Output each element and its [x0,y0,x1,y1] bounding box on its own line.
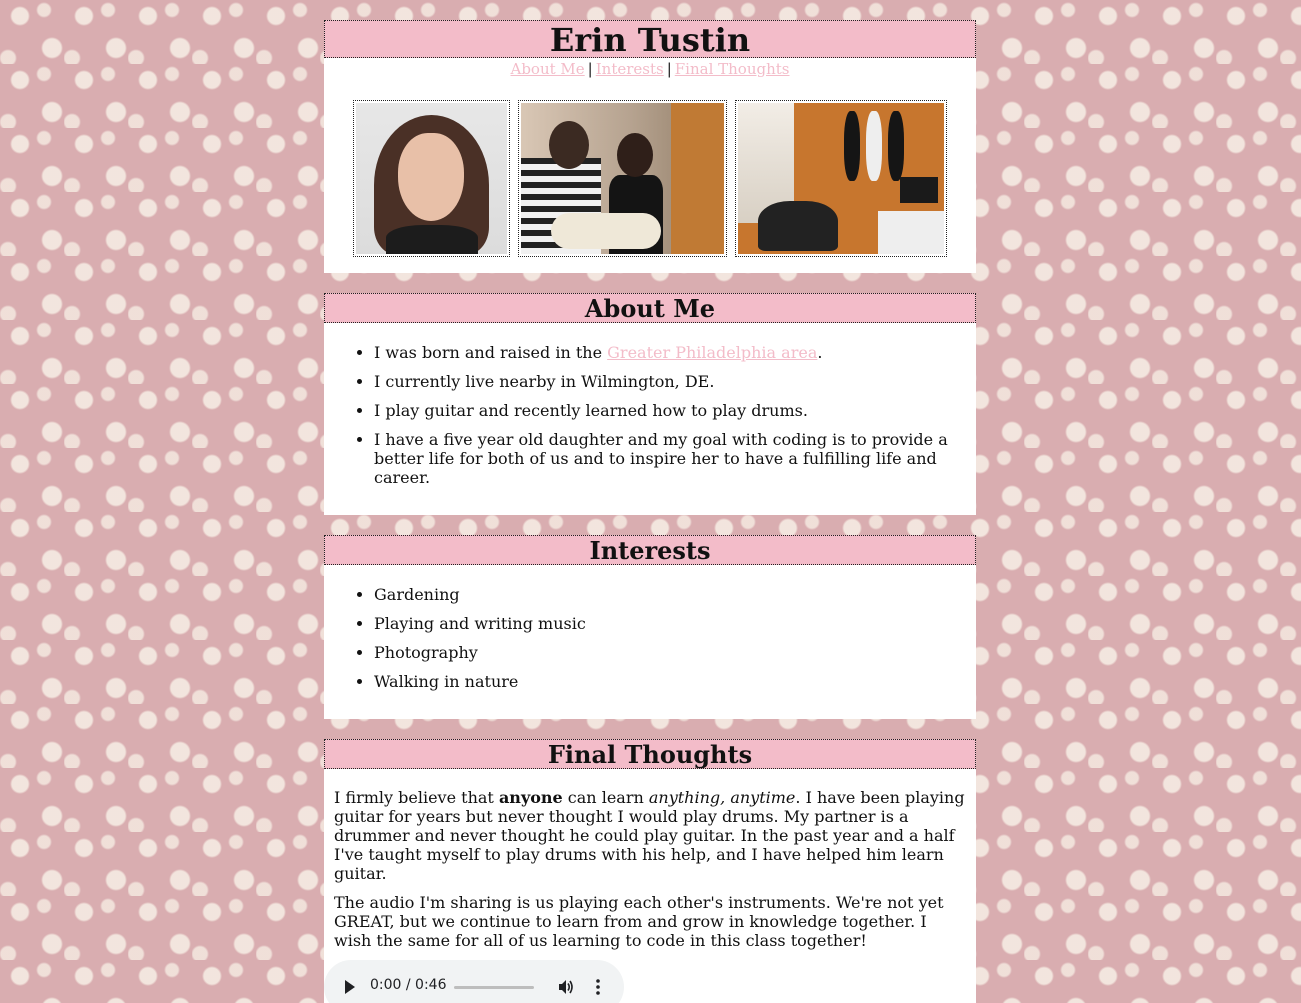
nav-link-final-thoughts[interactable]: Final Thoughts [675,60,790,78]
list-item: I have a five year old daughter and my g… [374,430,966,487]
list-item-text: I was born and raised in the [374,343,608,362]
about-list: I was born and raised in the Greater Phi… [324,323,976,515]
final-thoughts-paragraph-2: The audio I'm sharing is us playing each… [334,893,944,950]
page-container: Erin Tustin About Me | Interests | Final Tho… [324,20,976,1003]
about-title: About Me [584,294,716,323]
list-item: I play guitar and recently learned how t… [374,401,966,420]
list-item: Photography [374,643,966,662]
audio-progress-bar[interactable] [454,986,534,989]
portrait-image [356,103,507,254]
interests-title: Interests [589,536,711,565]
volume-icon[interactable] [557,978,575,996]
header-card: Erin Tustin About Me | Interests | Final Tho… [324,20,976,273]
more-options-icon[interactable] [596,979,600,995]
final-thoughts-title: Final Thoughts [547,740,753,769]
list-item: I was born and raised in the Greater Phi… [374,343,966,362]
photo-row [324,81,976,273]
play-icon[interactable] [345,980,355,994]
music-room-image [738,103,944,254]
audio-player[interactable]: 0:00 / 0:46 [324,960,624,1003]
page-title: Erin Tustin [549,21,751,59]
final-thoughts-body: I firmly believe that anyone can learn a… [324,769,976,950]
nav-link-about[interactable]: About Me [511,60,585,78]
emphasis-anyone: anyone [498,788,563,807]
nav-links: About Me | Interests | Final Thoughts [324,58,976,81]
name-bar: Erin Tustin [324,20,976,59]
family-photo [518,100,727,257]
family-image [521,103,724,254]
about-card: About Me I was born and raised in the Gr… [324,293,976,515]
nav-separator: | [666,60,672,78]
portrait-photo [353,100,510,257]
final-thoughts-card: Final Thoughts I firmly believe that any… [324,739,976,1003]
list-item-text: . [817,343,823,362]
interests-list: Gardening Playing and writing music Phot… [324,565,976,719]
list-item: I currently live nearby in Wilmington, D… [374,372,966,391]
final-thoughts-paragraph-1: I firmly believe that anyone can learn a… [334,788,965,883]
nav-link-interests[interactable]: Interests [596,60,664,78]
emphasis-anything-anytime: anything, anytime [648,788,796,807]
final-thoughts-header: Final Thoughts [324,739,976,769]
interests-card: Interests Gardening Playing and writing … [324,535,976,719]
list-item: Gardening [374,585,966,604]
music-room-photo [735,100,947,257]
interests-header: Interests [324,535,976,565]
list-item: Playing and writing music [374,614,966,633]
about-header: About Me [324,293,976,323]
list-item: Walking in nature [374,672,966,691]
audio-time: 0:00 / 0:46 [370,977,447,993]
greater-philadelphia-link[interactable]: Greater Philadelphia area [607,343,817,362]
nav-separator: | [587,60,593,78]
